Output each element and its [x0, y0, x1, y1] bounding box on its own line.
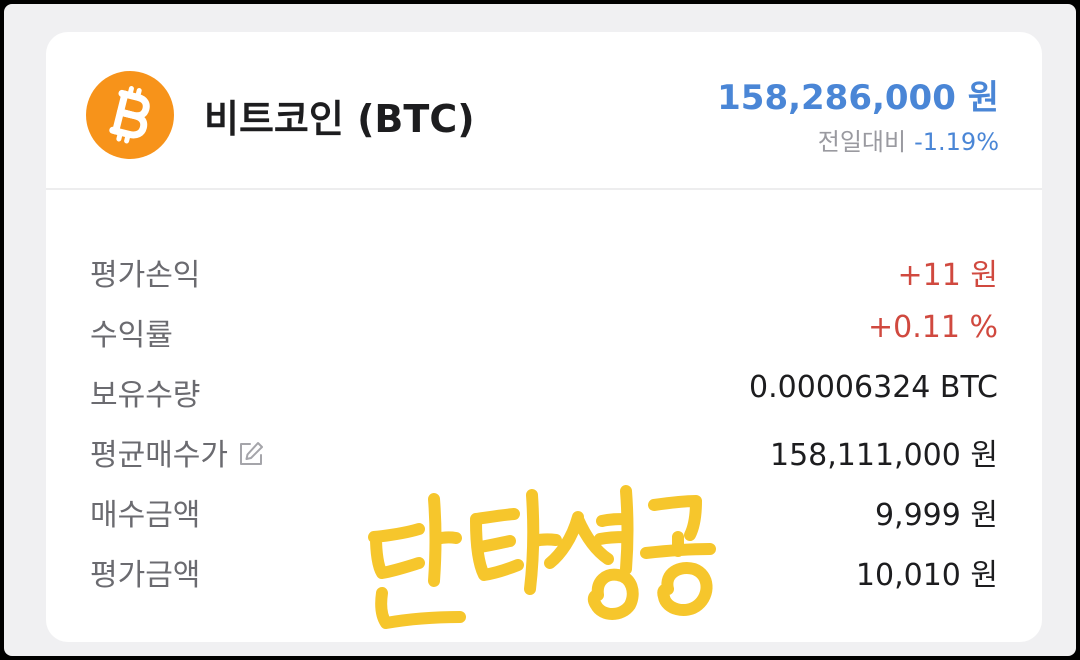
row-value: +0.11 %	[868, 310, 998, 345]
coin-name: 비트코인 (BTC)	[204, 97, 475, 141]
row-label-with-edit: 평균매수가	[90, 430, 266, 474]
row-holding-quantity: 보유수량 0.00006324 BTC	[46, 360, 1042, 420]
row-label: 수익률	[90, 318, 173, 353]
bitcoin-logo-icon	[86, 71, 174, 159]
row-value: 10,010 원	[855, 558, 998, 593]
row-return-rate: 수익률 +0.11 %	[46, 300, 1042, 360]
daily-change-label: 전일대비	[817, 128, 907, 156]
row-valuation-pnl: 평가손익 +11 원	[46, 240, 1042, 300]
row-label: 보유수량	[90, 378, 201, 413]
screenshot-frame: 비트코인 (BTC) 158,286,000 원 전일대비 -1.19% 평가손익…	[4, 4, 1076, 656]
row-label: 평가손익	[90, 258, 201, 293]
row-value: 0.00006324 BTC	[749, 370, 998, 405]
coin-header[interactable]: 비트코인 (BTC) 158,286,000 원 전일대비 -1.19%	[46, 32, 1042, 190]
row-value: 9,999 원	[874, 498, 998, 533]
daily-change: 전일대비 -1.19%	[818, 122, 999, 157]
row-label: 매수금액	[90, 498, 201, 533]
daily-change-value: -1.19%	[914, 128, 999, 156]
row-label: 평균매수가	[90, 438, 228, 473]
edit-icon[interactable]	[236, 439, 266, 469]
holding-card: 비트코인 (BTC) 158,286,000 원 전일대비 -1.19% 평가손익…	[46, 32, 1042, 642]
row-value: 158,111,000 원	[770, 438, 998, 473]
current-price: 158,286,000 원	[717, 78, 999, 118]
handwritten-overlay	[368, 485, 716, 629]
row-average-buy-price: 평균매수가 158,111,000 원	[46, 420, 1042, 480]
row-value: +11 원	[897, 258, 998, 293]
row-label: 평가금액	[90, 558, 201, 593]
